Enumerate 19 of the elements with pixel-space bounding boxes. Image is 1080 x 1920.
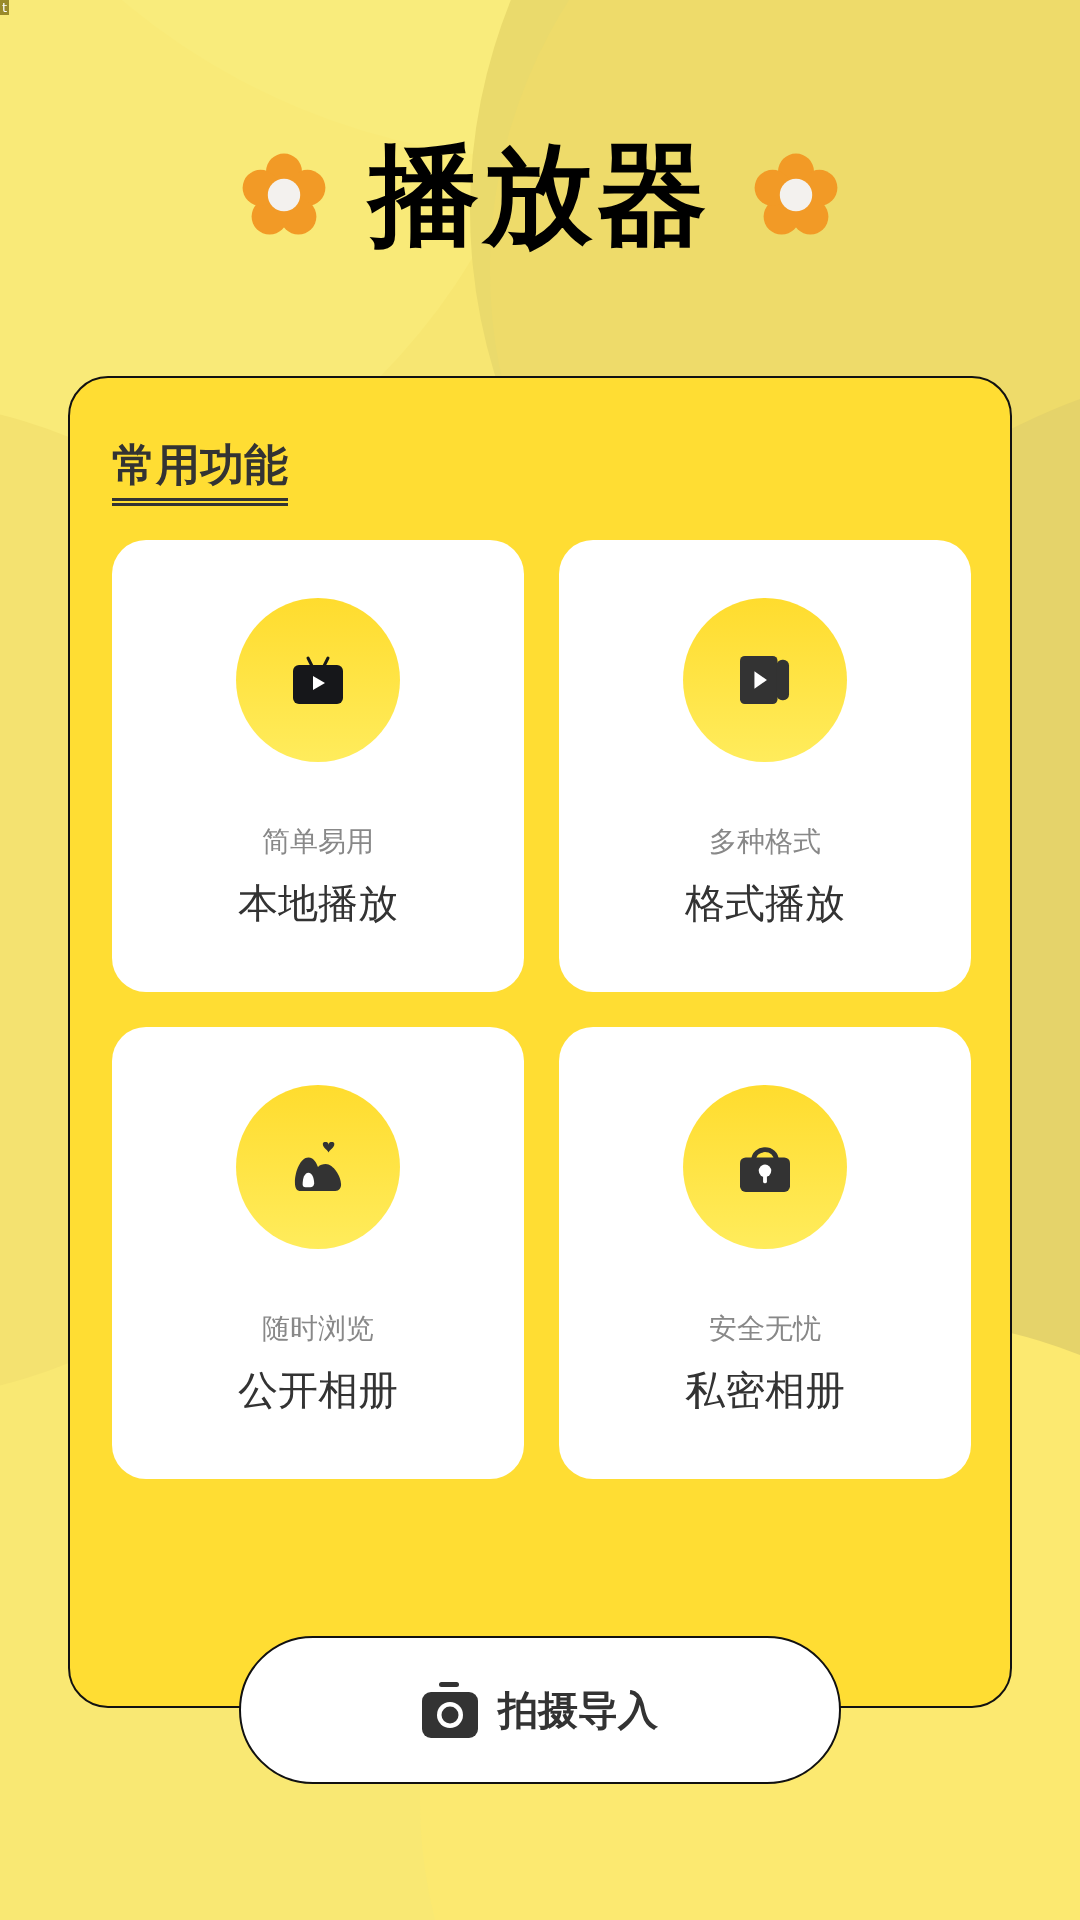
feature-tile[interactable]: 安全无忧 私密相册 — [559, 1027, 971, 1479]
status-text: t — [0, 0, 10, 15]
feature-title: 私密相册 — [685, 1366, 845, 1415]
feature-subtitle: 安全无忧 — [709, 1311, 821, 1347]
feature-tile[interactable]: 随时浏览 公开相册 — [112, 1027, 524, 1479]
feature-subtitle: 多种格式 — [709, 824, 821, 860]
feature-tile[interactable]: 简单易用 本地播放 — [112, 540, 524, 992]
camera-icon — [422, 1682, 478, 1738]
feature-title: 公开相册 — [238, 1366, 398, 1415]
tv-play-icon — [293, 655, 343, 705]
feature-subtitle: 随时浏览 — [262, 1311, 374, 1347]
feature-tile[interactable]: 多种格式 格式播放 — [559, 540, 971, 992]
section-title: 常用功能 — [112, 438, 288, 506]
capture-import-button[interactable]: 拍摄导入 — [239, 1636, 841, 1784]
hills-heart-icon — [293, 1142, 343, 1192]
feature-title: 格式播放 — [685, 879, 845, 928]
feature-title: 本地播放 — [238, 879, 398, 928]
video-camera-icon — [740, 655, 790, 705]
feature-subtitle: 简单易用 — [262, 824, 374, 860]
